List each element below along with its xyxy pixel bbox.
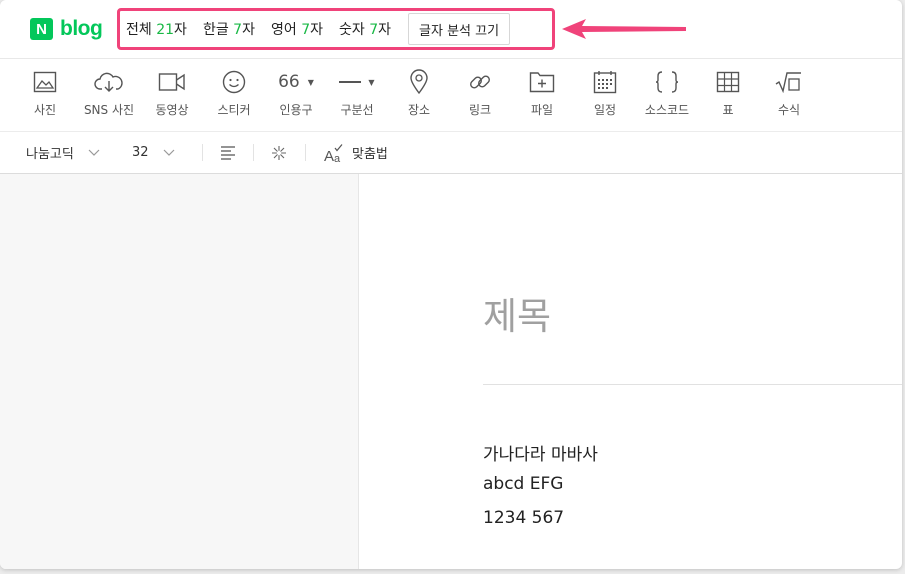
tool-table-label: 표 bbox=[722, 103, 734, 117]
spellcheck-icon: A a bbox=[324, 143, 343, 163]
body-text-line[interactable]: 가나다라 마바사 bbox=[483, 440, 598, 465]
tool-sns-photo-label: SNS 사진 bbox=[83, 103, 135, 117]
tool-link[interactable]: 링크 bbox=[450, 69, 510, 118]
quote-glyph: 66 bbox=[278, 72, 300, 92]
tool-video-label: 동영상 bbox=[155, 103, 189, 117]
image-icon bbox=[15, 69, 75, 95]
tool-sticker-label: 스티커 bbox=[217, 103, 251, 117]
stat-number-value: 7 bbox=[369, 22, 379, 38]
special-char-button[interactable] bbox=[271, 132, 287, 173]
body-text-line[interactable]: abcd EFG bbox=[483, 474, 563, 494]
tool-quote[interactable]: 66 ▼ 인용구 bbox=[266, 69, 326, 118]
file-add-icon bbox=[512, 69, 572, 95]
location-pin-icon bbox=[389, 69, 449, 95]
formula-icon bbox=[759, 69, 819, 95]
stat-number: 숫자 7자 bbox=[339, 19, 391, 39]
tool-divider-label: 구분선 bbox=[340, 103, 374, 117]
insert-toolbar: 사진 SNS 사진 동영상 스티커 66 ▼ 인용구 ▼ 구분선 장소 링크 파… bbox=[0, 59, 902, 132]
svg-text:a: a bbox=[334, 153, 341, 163]
smiley-icon bbox=[204, 69, 264, 95]
body-text-line[interactable]: 1234 567 bbox=[483, 508, 564, 528]
tool-sticker[interactable]: 스티커 bbox=[204, 69, 264, 118]
tool-schedule[interactable]: 일정 bbox=[575, 69, 635, 118]
tool-file[interactable]: 파일 bbox=[512, 69, 572, 118]
logo-text: blog bbox=[60, 17, 103, 40]
separator bbox=[253, 144, 254, 161]
stat-total-unit: 자 bbox=[174, 22, 187, 38]
chevron-down-icon bbox=[88, 149, 100, 156]
stat-number-label: 숫자 bbox=[339, 22, 365, 38]
naver-n-icon: N bbox=[30, 18, 53, 40]
tool-location[interactable]: 장소 bbox=[389, 69, 449, 118]
spellcheck-label: 맞춤법 bbox=[352, 147, 388, 162]
quote-dropdown-icon: ▼ bbox=[307, 77, 314, 87]
left-margin-pane bbox=[0, 174, 359, 569]
header-bar: N blog 전체 21자 한글 7자 영어 7자 숫자 7자 글자 분석 끄기 bbox=[0, 0, 902, 59]
font-family-select[interactable]: 나눔고딕 bbox=[26, 132, 100, 173]
stat-total-value: 21 bbox=[156, 22, 175, 38]
table-icon bbox=[698, 69, 758, 95]
arrow-left-icon bbox=[562, 19, 686, 39]
tool-link-label: 링크 bbox=[468, 103, 492, 117]
title-input[interactable]: 제목 bbox=[483, 286, 551, 340]
divider-line-icon: ▼ bbox=[327, 69, 387, 95]
tool-divider[interactable]: ▼ 구분선 bbox=[327, 69, 387, 118]
quote-icon: 66 ▼ bbox=[266, 69, 326, 95]
format-bar: 나눔고딕 32 A a 맞춤법 bbox=[0, 132, 902, 174]
link-icon bbox=[450, 69, 510, 95]
tool-table[interactable]: 표 bbox=[698, 69, 758, 118]
stat-total: 전체 21자 bbox=[126, 19, 187, 39]
stat-english-value: 7 bbox=[301, 22, 311, 38]
chevron-down-icon bbox=[163, 149, 174, 156]
spellcheck-button[interactable]: A a 맞춤법 bbox=[324, 132, 388, 173]
separator bbox=[202, 144, 203, 161]
tool-photo[interactable]: 사진 bbox=[15, 69, 75, 118]
title-divider bbox=[483, 384, 902, 385]
separator bbox=[305, 144, 306, 161]
stat-english-label: 영어 bbox=[270, 22, 297, 38]
tool-formula[interactable]: 수식 bbox=[759, 69, 819, 118]
asterisk-icon bbox=[272, 145, 286, 160]
tool-sns-photo[interactable]: SNS 사진 bbox=[79, 69, 139, 118]
tool-quote-label: 인용구 bbox=[279, 103, 313, 117]
stat-total-label: 전체 bbox=[126, 22, 152, 38]
stat-english-unit: 자 bbox=[310, 22, 323, 38]
blog-logo[interactable]: N blog bbox=[30, 17, 103, 40]
cloud-download-icon bbox=[79, 69, 139, 95]
tool-source-code[interactable]: 소스코드 bbox=[637, 69, 697, 118]
calendar-icon bbox=[575, 69, 635, 95]
align-left-icon bbox=[221, 145, 235, 160]
divider-dropdown-icon: ▼ bbox=[368, 77, 375, 87]
font-family-value: 나눔고딕 bbox=[26, 147, 74, 162]
stat-korean: 한글 7자 bbox=[203, 19, 255, 39]
font-size-select[interactable]: 32 bbox=[132, 132, 175, 173]
svg-text:A: A bbox=[324, 148, 334, 163]
character-counter-panel: 전체 21자 한글 7자 영어 7자 숫자 7자 글자 분석 끄기 bbox=[117, 8, 555, 50]
stat-number-unit: 자 bbox=[378, 22, 392, 38]
tool-location-label: 장소 bbox=[407, 103, 431, 117]
align-button[interactable] bbox=[220, 132, 236, 173]
video-icon bbox=[142, 69, 202, 95]
tool-photo-label: 사진 bbox=[33, 103, 57, 117]
tool-schedule-label: 일정 bbox=[593, 103, 617, 117]
tool-formula-label: 수식 bbox=[777, 103, 801, 117]
tool-video[interactable]: 동영상 bbox=[142, 69, 202, 118]
editor-window: N blog 전체 21자 한글 7자 영어 7자 숫자 7자 글자 분석 끄기 bbox=[0, 0, 902, 569]
tool-file-label: 파일 bbox=[530, 103, 554, 117]
stat-korean-value: 7 bbox=[233, 22, 243, 38]
code-braces-icon bbox=[637, 69, 697, 95]
stat-korean-label: 한글 bbox=[202, 22, 229, 38]
font-size-value: 32 bbox=[132, 145, 149, 160]
tool-source-code-label: 소스코드 bbox=[644, 103, 690, 117]
toggle-analysis-button[interactable]: 글자 분석 끄기 bbox=[408, 13, 511, 45]
stat-english: 영어 7자 bbox=[271, 19, 323, 39]
stat-korean-unit: 자 bbox=[242, 22, 255, 38]
